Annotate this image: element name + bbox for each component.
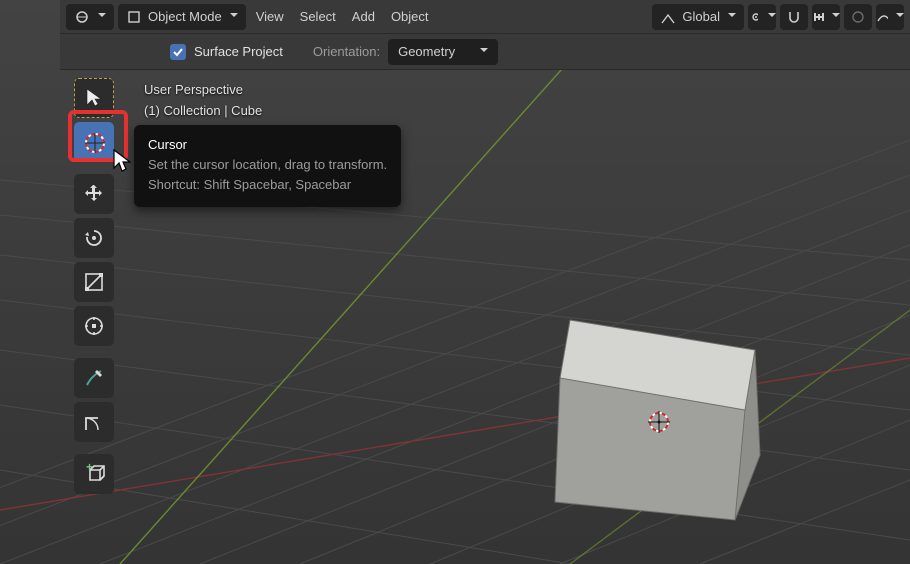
tool-annotate[interactable] <box>74 358 114 398</box>
tool-move[interactable] <box>74 174 114 214</box>
cursor-3d-icon <box>82 130 106 154</box>
move-icon <box>82 182 106 206</box>
tooltip-shortcut: Shortcut: Shift Spacebar, Spacebar <box>148 175 387 195</box>
chevron-down-icon <box>830 9 840 24</box>
chevron-down-icon <box>228 9 238 24</box>
tooltip-title: Cursor <box>148 135 387 155</box>
toolbar: + <box>74 78 114 494</box>
tool-measure[interactable] <box>74 402 114 442</box>
editor-type-icon <box>74 9 90 25</box>
tool-select-box[interactable] <box>74 78 114 118</box>
chevron-down-icon <box>480 44 488 59</box>
tool-add-cube[interactable]: + <box>74 454 114 494</box>
proportional-falloff-dropdown[interactable] <box>876 4 904 30</box>
object-mode-icon <box>126 9 142 25</box>
orientation-prop-value: Geometry <box>398 44 455 59</box>
menu-add[interactable]: Add <box>346 4 381 30</box>
chevron-down-icon <box>726 9 736 24</box>
tool-rotate[interactable] <box>74 218 114 258</box>
proportional-edit-toggle[interactable] <box>844 4 872 30</box>
check-icon <box>172 46 184 58</box>
chevron-down-icon <box>894 9 904 24</box>
overlay-line-1: User Perspective <box>144 80 262 101</box>
snap-increment-icon <box>812 10 824 24</box>
tool-transform[interactable] <box>74 306 114 346</box>
add-cube-icon: + <box>82 462 106 486</box>
header-bar: Object Mode View Select Add Object Globa… <box>60 0 910 34</box>
tool-header-bar: Surface Project Orientation: Geometry <box>60 34 910 70</box>
transform-orientation-dropdown[interactable]: Global <box>652 4 744 30</box>
tool-scale[interactable] <box>74 262 114 302</box>
menu-object[interactable]: Object <box>385 4 435 30</box>
measure-icon <box>82 410 106 434</box>
pivot-icon <box>748 9 758 25</box>
surface-project-label: Surface Project <box>194 44 283 59</box>
pivot-point-dropdown[interactable] <box>748 4 776 30</box>
surface-project-checkbox[interactable] <box>170 44 186 60</box>
annotate-icon <box>82 366 106 390</box>
snap-toggle[interactable] <box>780 4 808 30</box>
svg-text:+: + <box>86 462 93 474</box>
orientation-prop-dropdown[interactable]: Geometry <box>388 39 498 65</box>
viewport-overlay-info: User Perspective (1) Collection | Cube <box>144 80 262 122</box>
magnet-icon <box>786 9 802 25</box>
chevron-down-icon <box>766 9 776 24</box>
rotate-icon <box>82 226 106 250</box>
mode-dropdown[interactable]: Object Mode <box>118 4 246 30</box>
mode-label: Object Mode <box>148 9 222 24</box>
orientation-prop-label: Orientation: <box>313 44 380 59</box>
falloff-icon <box>876 9 888 25</box>
editor-type-dropdown[interactable] <box>66 4 114 30</box>
viewport-3d[interactable] <box>0 0 910 564</box>
tool-tooltip: Cursor Set the cursor location, drag to … <box>134 125 401 207</box>
select-box-icon <box>82 86 106 110</box>
tooltip-description: Set the cursor location, drag to transfo… <box>148 155 387 175</box>
axes-icon <box>660 9 676 25</box>
orientation-label: Global <box>682 9 720 24</box>
menu-view[interactable]: View <box>250 4 290 30</box>
scale-icon <box>82 270 106 294</box>
viewport-grid <box>0 0 910 564</box>
snap-type-dropdown[interactable] <box>812 4 840 30</box>
topbars: Object Mode View Select Add Object Globa… <box>60 0 910 70</box>
overlay-line-2: (1) Collection | Cube <box>144 101 262 122</box>
tool-cursor[interactable] <box>74 122 114 162</box>
app-root: Object Mode View Select Add Object Globa… <box>0 0 910 564</box>
proportional-icon <box>850 9 866 25</box>
default-cube[interactable] <box>555 320 760 520</box>
chevron-down-icon <box>96 9 106 24</box>
transform-icon <box>82 314 106 338</box>
menu-select[interactable]: Select <box>294 4 342 30</box>
